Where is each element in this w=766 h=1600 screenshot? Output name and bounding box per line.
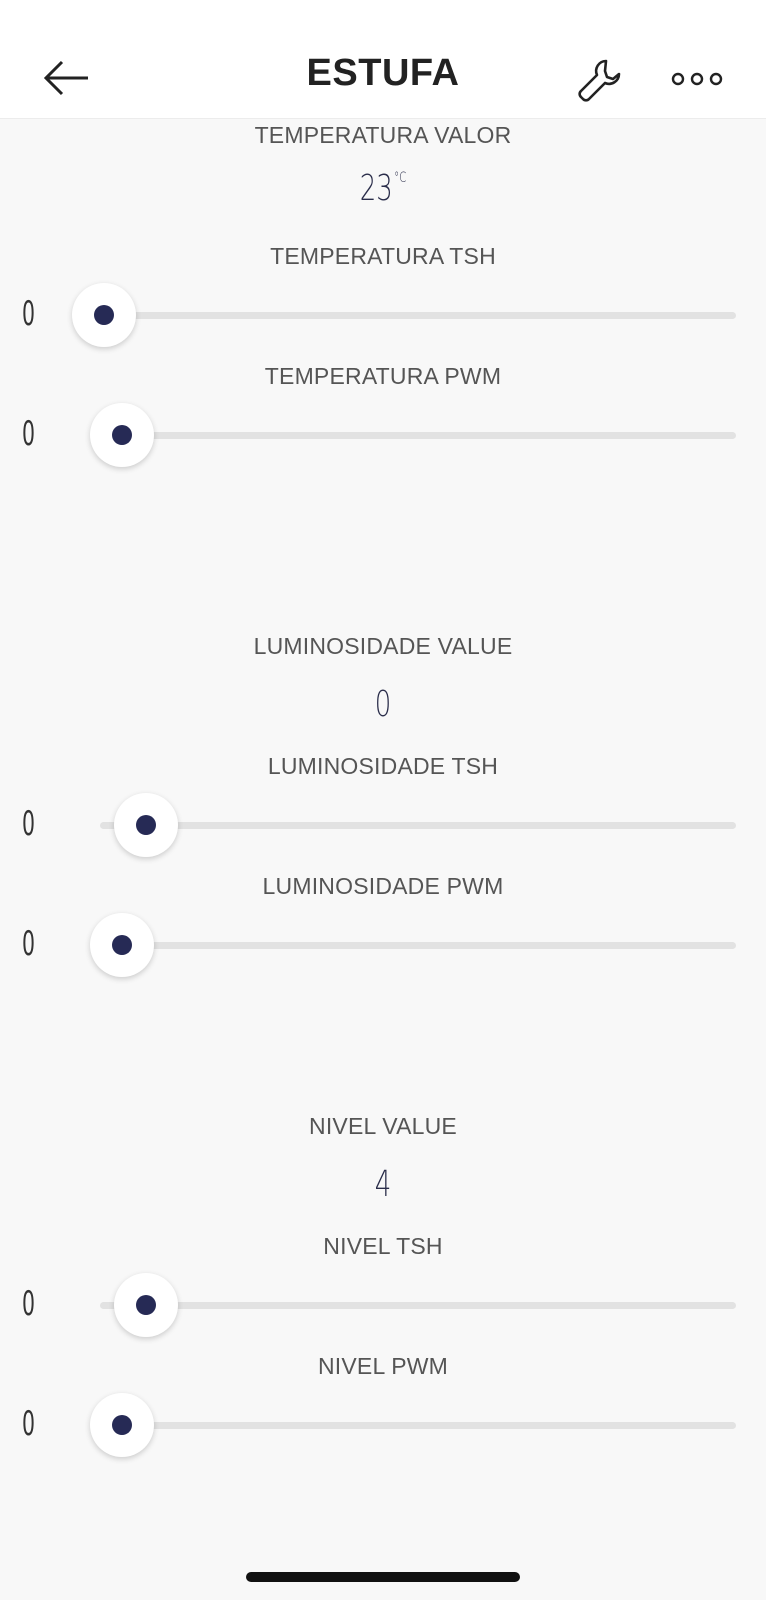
temperatura-value-number: 23 <box>359 168 393 209</box>
slider-thumb-dot <box>112 1415 132 1435</box>
slider-thumb-dot <box>112 935 132 955</box>
wrench-icon <box>578 59 621 102</box>
nivel-tsh-slider[interactable]: 0 <box>0 1270 766 1340</box>
luminosidade-pwm-slider[interactable]: 0 <box>0 910 766 980</box>
slider-value: 0 <box>22 924 35 964</box>
nivel-pwm-label: NIVEL PWM <box>317 1353 449 1379</box>
slider-thumb-dot <box>112 425 132 445</box>
slider-thumb[interactable] <box>72 283 136 347</box>
more-button[interactable] <box>670 66 724 92</box>
luminosidade-pwm-label: LUMINOSIDADE PWM <box>262 873 504 899</box>
slider-thumb[interactable] <box>90 1393 154 1457</box>
temperatura-unit: °C <box>394 170 407 186</box>
nivel-value: 4 <box>374 1164 392 1205</box>
slider-thumb[interactable] <box>114 1273 178 1337</box>
luminosidade-tsh-slider[interactable]: 0 <box>0 790 766 860</box>
luminosidade-value: 0 <box>374 684 392 725</box>
slider-value: 0 <box>22 414 35 454</box>
app-header: ESTUFA <box>0 0 766 119</box>
page-title: ESTUFA <box>306 52 460 94</box>
slider-thumb-dot <box>136 1295 156 1315</box>
temperatura-value-label: TEMPERATURA VALOR <box>254 122 512 148</box>
home-indicator[interactable] <box>246 1572 520 1582</box>
slider-track[interactable] <box>100 822 736 829</box>
temperatura-tsh-slider[interactable]: 0 <box>0 280 766 350</box>
nivel-pwm-slider[interactable]: 0 <box>0 1390 766 1460</box>
settings-button[interactable] <box>576 56 624 104</box>
temperatura-pwm-label: TEMPERATURA PWM <box>264 363 502 389</box>
slider-track[interactable] <box>100 432 736 439</box>
nivel-tsh-label: NIVEL TSH <box>323 1233 443 1259</box>
temperatura-pwm-slider[interactable]: 0 <box>0 400 766 470</box>
slider-thumb-dot <box>136 815 156 835</box>
slider-value: 0 <box>22 1284 35 1324</box>
luminosidade-value-label: LUMINOSIDADE VALUE <box>253 633 513 659</box>
slider-track[interactable] <box>100 1422 736 1429</box>
temperatura-value: 23°C <box>107 168 659 209</box>
nivel-value-label: NIVEL VALUE <box>309 1113 457 1139</box>
slider-track[interactable] <box>100 1302 736 1309</box>
temperatura-tsh-label: TEMPERATURA TSH <box>270 243 496 269</box>
slider-track[interactable] <box>100 312 736 319</box>
slider-thumb[interactable] <box>90 403 154 467</box>
slider-track[interactable] <box>100 942 736 949</box>
luminosidade-tsh-label: LUMINOSIDADE TSH <box>267 753 499 779</box>
more-horizontal-icon <box>671 72 723 86</box>
slider-value: 0 <box>22 804 35 844</box>
slider-thumb[interactable] <box>90 913 154 977</box>
slider-thumb-dot <box>94 305 114 325</box>
slider-value: 0 <box>22 294 35 334</box>
slider-thumb[interactable] <box>114 793 178 857</box>
slider-value: 0 <box>22 1404 35 1444</box>
